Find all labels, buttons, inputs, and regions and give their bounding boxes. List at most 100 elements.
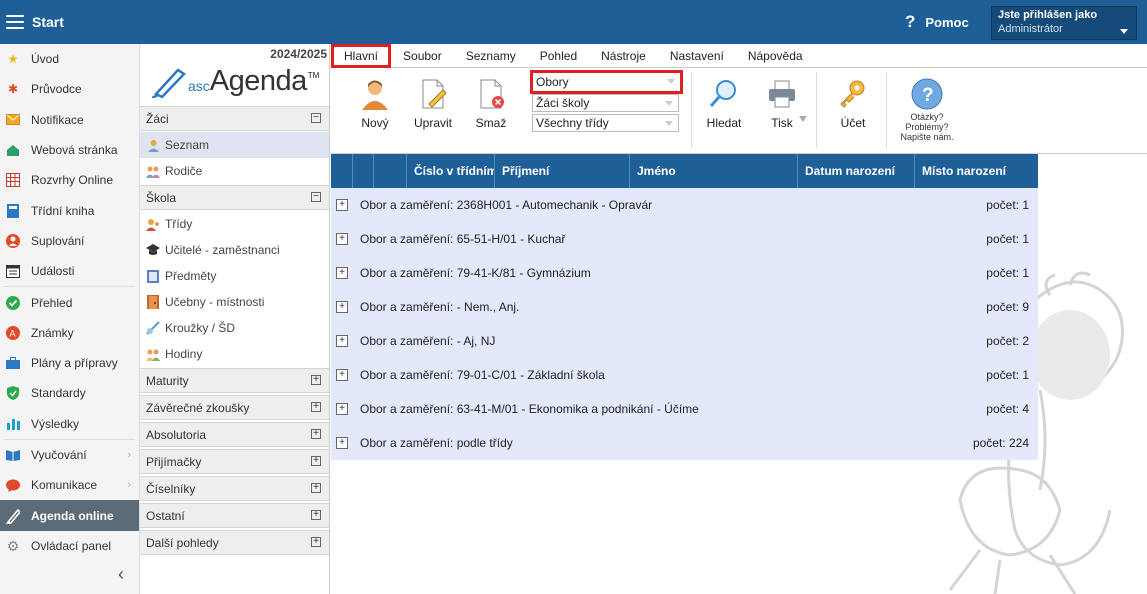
expand-icon[interactable]: + xyxy=(336,403,348,415)
expand-icon[interactable]: + xyxy=(336,267,348,279)
section-ostatni[interactable]: Ostatní + xyxy=(140,503,329,528)
section-skola[interactable]: Škola − xyxy=(140,185,329,210)
col-jmeno[interactable]: Jméno xyxy=(630,154,798,188)
sub-item-krouzky[interactable]: Kroužky / ŠD xyxy=(140,315,329,341)
expand-icon[interactable]: + xyxy=(311,375,321,385)
sub-item-rodice[interactable]: Rodiče xyxy=(140,158,329,184)
nav-item-rozvrhy[interactable]: Rozvrhy Online xyxy=(0,165,139,195)
expand-icon[interactable]: + xyxy=(336,301,348,313)
nav-item-standardy[interactable]: Standardy xyxy=(0,378,139,408)
sub-item-hodiny[interactable]: Hodiny xyxy=(140,341,329,367)
calendar-icon xyxy=(6,264,20,279)
nav-item-plany[interactable]: Plány a přípravy xyxy=(0,348,139,378)
help-button[interactable]: ? Pomoc xyxy=(905,12,969,32)
nav-item-prehled[interactable]: Přehled xyxy=(0,287,139,317)
group-row[interactable]: + Obor a zaměření: 79-01-C/01 - Základní … xyxy=(331,358,1038,392)
group-row[interactable]: + Obor a zaměření: podle třídy počet: 224 xyxy=(331,426,1038,460)
nav-item-udalosti[interactable]: Události xyxy=(0,256,139,286)
grid-header-cell[interactable] xyxy=(374,154,407,188)
section-maturity[interactable]: Maturity + xyxy=(140,368,329,393)
col-prijmeni[interactable]: Příjmení xyxy=(495,154,630,188)
sub-item-ucebny[interactable]: Učebny - místnosti xyxy=(140,289,329,315)
collapse-icon[interactable]: − xyxy=(311,192,321,202)
collapse-icon[interactable]: − xyxy=(311,113,321,123)
search-button[interactable]: Hledat xyxy=(699,78,749,130)
account-button[interactable]: Účet xyxy=(828,78,878,130)
sub-item-ucitele[interactable]: Učitelé - zaměstnanci xyxy=(140,237,329,263)
edit-button[interactable]: Upravit xyxy=(408,78,458,130)
tab-hlavni[interactable]: Hlavní xyxy=(331,44,392,68)
expand-icon[interactable]: + xyxy=(311,456,321,466)
grid-header-cell[interactable] xyxy=(353,154,374,188)
sub-item-tridy[interactable]: Třídy xyxy=(140,211,329,237)
new-button[interactable]: Nový xyxy=(350,78,400,130)
section-prijimacky[interactable]: Přijímačky + xyxy=(140,449,329,474)
students-select[interactable]: Žáci školy xyxy=(532,94,679,112)
user-dropdown[interactable]: Jste přihlášen jako Administrátor xyxy=(991,6,1137,40)
group-row[interactable]: + Obor a zaměření: - Nem., Anj. počet: 9 xyxy=(331,290,1038,324)
section-absolutoria[interactable]: Absolutoria + xyxy=(140,422,329,447)
expand-icon[interactable]: + xyxy=(336,335,348,347)
contact-support-button[interactable]: ? Otázky? Problémy? Napište nám. xyxy=(897,78,957,142)
nav-item-ovladaci-panel[interactable]: ⚙ Ovládací panel xyxy=(0,531,139,561)
expand-icon[interactable]: + xyxy=(336,437,348,449)
nav-item-tridni-kniha[interactable]: Třídní kniha xyxy=(0,195,139,225)
grid-header-cell[interactable] xyxy=(331,154,353,188)
sub-item-label: Učitelé - zaměstnanci xyxy=(165,243,280,257)
nav-label: Ovládací panel xyxy=(31,538,112,553)
expand-icon[interactable]: + xyxy=(336,233,348,245)
print-dropdown-icon[interactable] xyxy=(799,116,807,122)
group-row[interactable]: + Obor a zaměření: 65-51-H/01 - Kuchař poč… xyxy=(331,222,1038,256)
group-row[interactable]: + Obor a zaměření: 79-41-K/81 - Gymnázium… xyxy=(331,256,1038,290)
nav-item-suplovani[interactable]: Suplování xyxy=(0,226,139,256)
col-misto-narozeni[interactable]: Místo narození xyxy=(915,154,1038,188)
sub-item-predmety[interactable]: Předměty xyxy=(140,263,329,289)
nav-item-notifikace[interactable]: Notifikace xyxy=(0,105,139,135)
hamburger-menu-icon[interactable] xyxy=(6,15,24,29)
expand-icon[interactable]: + xyxy=(336,369,348,381)
tab-nastroje[interactable]: Nástroje xyxy=(589,44,658,68)
section-zaverecne-zkousky[interactable]: Závěrečné zkoušky + xyxy=(140,395,329,420)
class-icon xyxy=(146,217,160,231)
view-select[interactable]: Obory xyxy=(530,70,683,94)
start-button[interactable]: Start xyxy=(32,14,64,30)
group-row[interactable]: + Obor a zaměření: - Aj, NJ počet: 2 xyxy=(331,324,1038,358)
delete-label: Smaž xyxy=(475,116,507,130)
group-row[interactable]: + Obor a zaměření: 2368H001 - Automechani… xyxy=(331,188,1038,222)
expand-icon[interactable]: + xyxy=(311,429,321,439)
section-dalsi-pohledy[interactable]: Další pohledy + xyxy=(140,530,329,555)
tab-napoveda[interactable]: Nápověda xyxy=(736,44,815,68)
nav-item-uvod[interactable]: ★ Úvod xyxy=(0,44,139,74)
group-row[interactable]: + Obor a zaměření: 63-41-M/01 - Ekonomika… xyxy=(331,392,1038,426)
tab-pohled[interactable]: Pohled xyxy=(528,44,589,68)
logo-tm: TM xyxy=(307,71,320,80)
section-zaci[interactable]: Žáci − xyxy=(140,106,329,131)
classes-select[interactable]: Všechny třídy xyxy=(532,114,679,132)
nav-item-vyucovani[interactable]: Vyučování › xyxy=(0,440,139,470)
nav-item-znamky[interactable]: A Známky xyxy=(0,318,139,348)
expand-icon[interactable]: + xyxy=(311,402,321,412)
nav-item-pruvodce[interactable]: ✱ Průvodce xyxy=(0,74,139,104)
nav-item-vysledky[interactable]: Výsledky xyxy=(0,409,139,439)
section-label: Žáci xyxy=(146,111,169,126)
expand-icon[interactable]: + xyxy=(311,537,321,547)
nav-item-agenda-online[interactable]: Agenda online xyxy=(0,500,139,531)
group-label: Obor a zaměření: 79-41-K/81 - Gymnázium xyxy=(360,266,591,280)
expand-icon[interactable]: + xyxy=(336,199,348,211)
group-count: počet: 9 xyxy=(986,300,1029,314)
sub-item-seznam[interactable]: Seznam xyxy=(140,132,329,158)
section-ciselniky[interactable]: Číselníky + xyxy=(140,476,329,501)
nav-item-komunikace[interactable]: Komunikace › xyxy=(0,470,139,500)
print-button[interactable]: Tisk xyxy=(757,78,807,130)
expand-icon[interactable]: + xyxy=(311,510,321,520)
collapse-sidebar-icon[interactable]: ‹ xyxy=(118,564,124,585)
expand-icon[interactable]: + xyxy=(311,483,321,493)
section-label: Škola xyxy=(146,190,177,205)
delete-button[interactable]: Smaž xyxy=(466,78,516,130)
tab-soubor[interactable]: Soubor xyxy=(391,44,454,68)
tab-nastaveni[interactable]: Nastavení xyxy=(658,44,736,68)
tab-seznamy[interactable]: Seznamy xyxy=(454,44,528,68)
col-datum-narozeni[interactable]: Datum narození xyxy=(798,154,915,188)
nav-item-webova-stranka[interactable]: Webová stránka xyxy=(0,135,139,165)
col-cislo-v-tridnim[interactable]: Číslo v třídním xyxy=(407,154,495,188)
